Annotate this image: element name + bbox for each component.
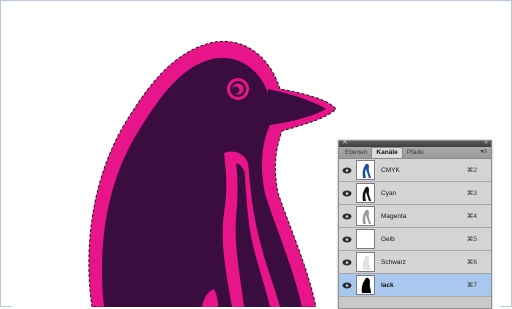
channel-name: lack <box>381 281 394 289</box>
channel-name: Cyan <box>381 189 397 197</box>
channel-row-schwarz[interactable]: Schwarz ⌘6 <box>339 251 491 274</box>
channel-thumbnail <box>356 229 375 249</box>
channel-name: Magenta <box>381 212 407 220</box>
channel-shortcut: ⌘4 <box>466 213 477 220</box>
channel-thumbnail <box>356 183 375 203</box>
channels-panel[interactable]: ✕ » Ebenen Kanäle Pfade ▾≡ CMYK ⌘2 Cyan … <box>338 139 492 309</box>
channel-row-cyan[interactable]: Cyan ⌘3 <box>339 182 491 205</box>
visibility-eye-icon[interactable] <box>341 235 353 244</box>
penguin-eye-highlight <box>238 85 241 88</box>
visibility-eye-icon[interactable] <box>341 189 353 198</box>
panel-collapse-icon[interactable]: » <box>484 139 488 147</box>
channel-row-gelb[interactable]: Gelb ⌘5 <box>339 228 491 251</box>
tab-kanaele[interactable]: Kanäle <box>371 147 403 158</box>
channel-name: CMYK <box>381 166 400 174</box>
channel-shortcut: ⌘5 <box>466 236 477 243</box>
channel-shortcut: ⌘6 <box>466 259 477 266</box>
tab-pfade[interactable]: Pfade <box>403 148 428 158</box>
panel-close-icon[interactable]: ✕ <box>342 139 348 147</box>
visibility-eye-icon[interactable] <box>341 281 353 290</box>
visibility-eye-icon[interactable] <box>341 212 353 221</box>
visibility-eye-icon[interactable] <box>341 166 353 175</box>
channel-shortcut: ⌘3 <box>466 190 477 197</box>
channel-shortcut: ⌘2 <box>466 167 477 174</box>
panel-menu-icon[interactable]: ▾≡ <box>480 148 487 155</box>
channel-row-cmyk[interactable]: CMYK ⌘2 <box>339 159 491 182</box>
tab-ebenen[interactable]: Ebenen <box>341 148 371 158</box>
channel-shortcut: ⌘7 <box>466 282 477 289</box>
channel-name: Gelb <box>381 235 395 243</box>
panel-tabs: Ebenen Kanäle Pfade ▾≡ <box>339 147 491 159</box>
channel-list: CMYK ⌘2 Cyan ⌘3 Magenta ⌘4 Gelb ⌘5 Schwa… <box>339 159 491 297</box>
channel-row-magenta[interactable]: Magenta ⌘4 <box>339 205 491 228</box>
channel-thumbnail <box>356 275 375 295</box>
channel-thumbnail <box>356 160 375 180</box>
channel-thumbnail <box>356 206 375 226</box>
channel-thumbnail <box>356 252 375 272</box>
visibility-eye-icon[interactable] <box>341 258 353 267</box>
channel-name: Schwarz <box>381 258 406 266</box>
channel-row-lack[interactable]: lack ⌘7 <box>339 274 491 297</box>
